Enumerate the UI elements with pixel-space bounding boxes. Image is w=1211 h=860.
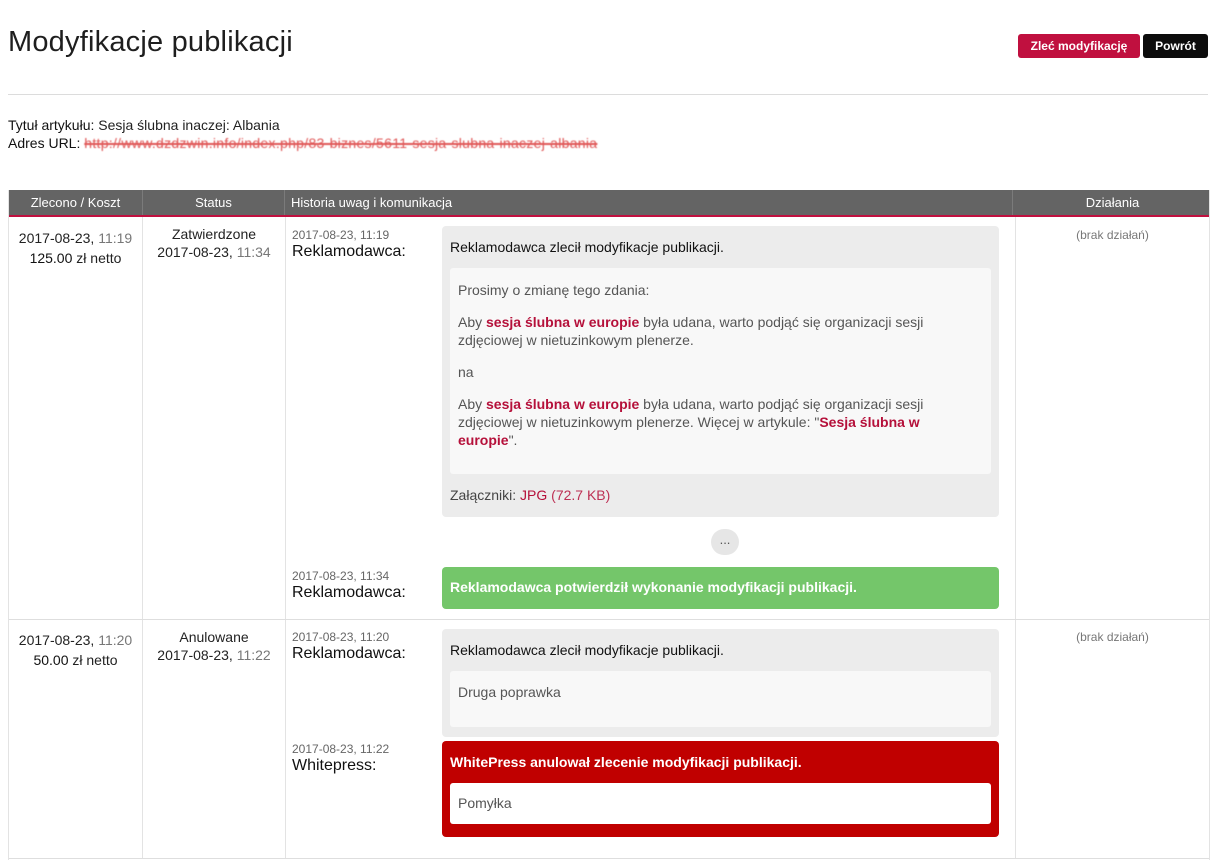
message-heading: Reklamodawca zlecił modyfikacje publikac… (450, 642, 724, 658)
article-title-value: Sesja ślubna inaczej: Albania (98, 117, 280, 133)
entry-datetime: 2017-08-23, 11:22 (292, 742, 390, 756)
message-body: Druga poprawka (450, 671, 991, 727)
cancellation-bubble: WhitePress anulował zlecenie modyfikacji… (442, 741, 999, 837)
ordered-time: 11:20 (98, 632, 133, 648)
entry-author: Reklamodawca: (292, 645, 406, 662)
table-row: 2017-08-23, 11:19 125.00 zł netto Zatwie… (9, 217, 1209, 620)
attachments-label: Załączniki: (450, 487, 517, 503)
history-entry-meta: 2017-08-23, 11:34 Reklamodawca: (292, 569, 406, 602)
cost: 125.00 zł netto (9, 248, 142, 268)
status-time: 11:34 (236, 244, 271, 260)
actions-cell: (brak działań) (1076, 630, 1149, 644)
cost-value: 50.00 (33, 652, 69, 668)
ordered-date: 2017-08-23, (18, 230, 95, 246)
history-entry-meta: 2017-08-23, 11:22 Whitepress: (292, 742, 389, 775)
table-header: Zlecono / Koszt Status Historia uwag i k… (9, 190, 1209, 217)
status-cell: Zatwierdzone 2017-08-23, 11:34 (143, 225, 285, 261)
entry-author: Whitepress: (292, 757, 377, 774)
cost-suffix: zł netto (72, 652, 118, 668)
show-more-button[interactable]: ... (711, 529, 739, 555)
article-title-label: Tytuł artykułu: (8, 117, 95, 133)
article-url-label: Adres URL: (8, 135, 81, 151)
attachment-link[interactable]: JPG (520, 487, 547, 503)
message-paragraph: Aby sesja ślubna w europie była udana, w… (458, 396, 924, 448)
attachment-size: (72.7 KB) (551, 487, 611, 503)
message-body: Prosimy o zmianę tego zdania: Aby sesja … (450, 268, 991, 474)
message-paragraph: Aby sesja ślubna w europie była udana, w… (458, 314, 924, 348)
column-header-history: Historia uwag i komunikacja (285, 190, 1013, 215)
status-datetime: 2017-08-23, 11:22 (143, 646, 285, 664)
ordered-cost-cell: 2017-08-23, 11:20 50.00 zł netto (9, 630, 142, 670)
ordered-time: 11:19 (98, 230, 133, 246)
modifications-table: Zlecono / Koszt Status Historia uwag i k… (8, 190, 1210, 860)
entry-author: Reklamodawca: (292, 243, 406, 260)
table-row: 2017-08-23, 11:20 50.00 zł netto Anulowa… (9, 620, 1209, 859)
status-date: 2017-08-23, (157, 244, 233, 260)
entry-datetime: 2017-08-23, 11:34 (292, 569, 390, 583)
keyword-link[interactable]: sesja ślubna w europie (486, 314, 639, 330)
page-header: Modyfikacje publikacji Zleć modyfikację … (8, 0, 1208, 95)
article-title-line: Tytuł artykułu: Sesja ślubna inaczej: Al… (8, 116, 597, 134)
ordered-datetime: 2017-08-23, 11:20 (9, 630, 142, 650)
cost: 50.00 zł netto (9, 650, 142, 670)
attachments: Załączniki: JPG (72.7 KB) (450, 487, 610, 503)
column-header-ordered-cost: Zlecono / Koszt (9, 190, 143, 215)
cost-suffix: zł netto (76, 250, 122, 266)
entry-author: Reklamodawca: (292, 584, 406, 601)
message-heading: Reklamodawca potwierdził wykonanie modyf… (450, 579, 857, 595)
column-header-actions: Działania (1085, 195, 1140, 210)
history-entry-meta: 2017-08-23, 11:20 Reklamodawca: (292, 630, 406, 663)
confirmation-bubble: Reklamodawca potwierdził wykonanie modyf… (442, 567, 999, 609)
ordered-date: 2017-08-23, (18, 632, 95, 648)
order-modification-button[interactable]: Zleć modyfikację (1018, 34, 1140, 58)
status-datetime: 2017-08-23, 11:34 (143, 243, 285, 261)
status-time: 11:22 (236, 647, 271, 663)
entry-datetime: 2017-08-23, 11:19 (292, 228, 390, 242)
message-body: Pomyłka (450, 783, 991, 824)
ordered-datetime: 2017-08-23, 11:19 (9, 228, 142, 248)
entry-datetime: 2017-08-23, 11:20 (292, 630, 390, 644)
message-paragraph: Prosimy o zmianę tego zdania: (458, 282, 650, 298)
article-url-link[interactable]: http://www.dzdzwin.info/index.php/83-biz… (84, 135, 597, 151)
ordered-cost-cell: 2017-08-23, 11:19 125.00 zł netto (9, 228, 142, 268)
cost-value: 125.00 (29, 250, 73, 266)
article-url-line: Adres URL: http://www.dzdzwin.info/index… (8, 134, 597, 152)
actions-cell: (brak działań) (1076, 228, 1149, 242)
keyword-link[interactable]: sesja ślubna w europie (486, 396, 639, 412)
status-date: 2017-08-23, (157, 647, 233, 663)
message-paragraph: Druga poprawka (458, 684, 561, 700)
status-label: Zatwierdzone (171, 226, 257, 242)
message-heading: Reklamodawca zlecił modyfikacje publikac… (450, 239, 724, 255)
article-meta: Tytuł artykułu: Sesja ślubna inaczej: Al… (8, 116, 597, 152)
status-label: Anulowane (179, 629, 249, 645)
message-paragraph: na (458, 364, 474, 380)
status-cell: Anulowane 2017-08-23, 11:22 (143, 628, 285, 664)
history-message-bubble: Reklamodawca zlecił modyfikacje publikac… (442, 226, 999, 517)
message-heading: WhitePress anulował zlecenie modyfikacji… (450, 754, 802, 770)
history-entry-meta: 2017-08-23, 11:19 Reklamodawca: (292, 228, 406, 261)
back-button[interactable]: Powrót (1143, 34, 1208, 58)
message-paragraph: Pomyłka (458, 795, 512, 811)
column-header-status: Status (143, 190, 285, 215)
history-message-bubble: Reklamodawca zlecił modyfikacje publikac… (442, 629, 999, 737)
page: Modyfikacje publikacji Zleć modyfikację … (8, 0, 1210, 860)
page-title: Modyfikacje publikacji (8, 26, 293, 58)
